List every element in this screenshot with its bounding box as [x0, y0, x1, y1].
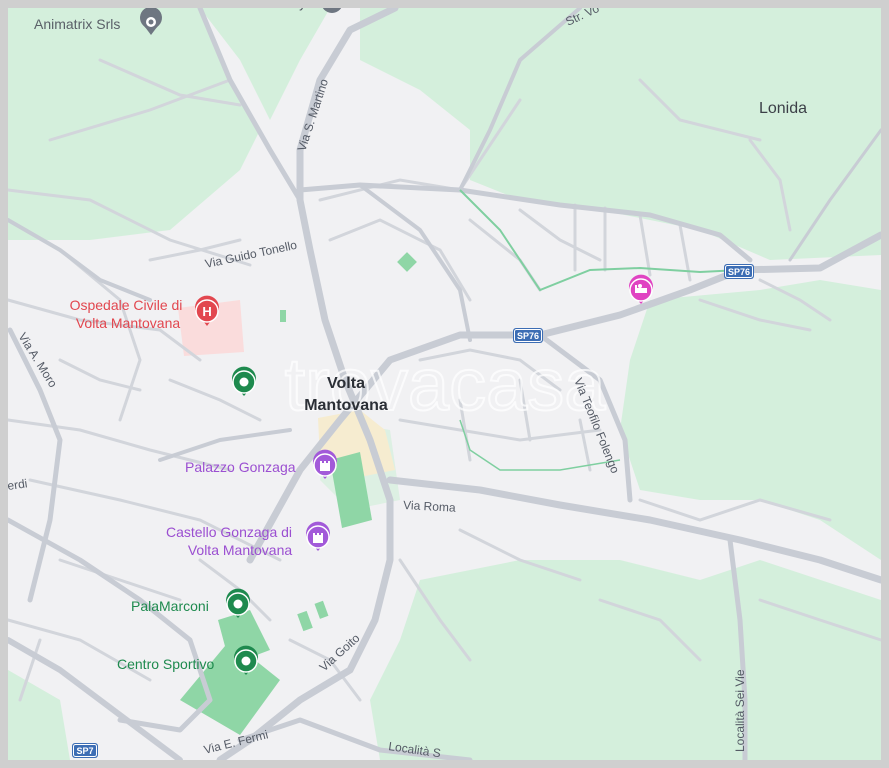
svg-text:Ospedale Civile di: Ospedale Civile di [70, 297, 183, 313]
road-shield-sp76-east: SP76 [724, 264, 754, 279]
street-label-via-roma: Via Roma [403, 498, 456, 515]
svg-text:SP7: SP7 [76, 746, 93, 756]
place-label-animatrix[interactable]: Animatrix Srls [34, 16, 120, 32]
svg-text:Volta: Volta [327, 375, 365, 392]
svg-text:Mantovana: Mantovana [304, 397, 388, 414]
svg-text:H: H [202, 304, 211, 319]
road-shield-sp76-center: SP76 [513, 328, 543, 343]
svg-text:SP76: SP76 [517, 331, 539, 341]
svg-text:SP76: SP76 [728, 267, 750, 277]
map-canvas[interactable]: SP76 SP76 SP7 trovacasa Via S. Martino S… [0, 0, 889, 768]
street-label-erdi: erdi [6, 476, 28, 493]
place-label-lonida: Lonida [759, 100, 807, 117]
svg-text:Volta Mantovana: Volta Mantovana [188, 542, 293, 558]
place-label-palamarconi[interactable]: PalaMarconi [131, 598, 209, 614]
place-label-palazzo-gonzaga[interactable]: Palazzo Gonzaga [185, 459, 296, 475]
road-shield-sp7: SP7 [72, 743, 98, 758]
svg-text:Castello Gonzaga di: Castello Gonzaga di [166, 524, 292, 540]
place-label-centro-sportivo[interactable]: Centro Sportivo [117, 656, 214, 672]
svg-text:Volta Mantovana: Volta Mantovana [76, 315, 181, 331]
street-label-localita-sei-vie: Località Sei Vie [733, 669, 747, 752]
